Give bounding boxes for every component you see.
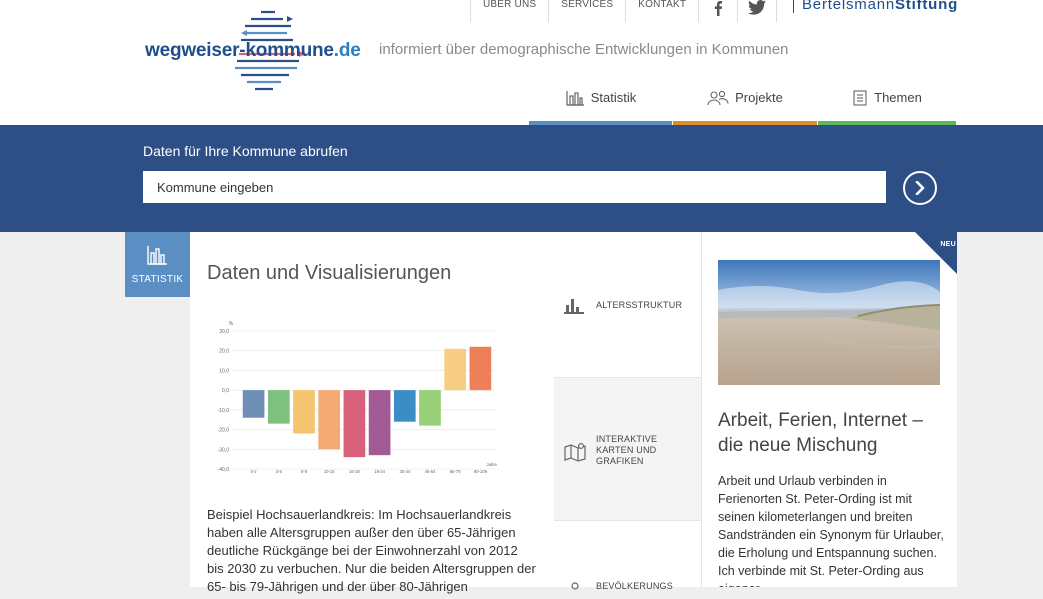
population-icon xyxy=(571,582,579,590)
mainnav-statistik-label: Statistik xyxy=(590,90,637,105)
chart-ytick-label: 30,0 xyxy=(219,329,229,335)
chart-bar xyxy=(343,390,366,458)
logo-text: wegweiser-kommune.de xyxy=(145,40,361,61)
chart-ytick-label: -20,0 xyxy=(218,428,230,434)
news-teaser[interactable]: NEU Arbeit, Ferien, Internet – die neue … xyxy=(701,232,957,587)
document-icon xyxy=(853,90,867,106)
chart-xtick-label: 45-64 xyxy=(425,469,436,474)
chart-ytick-label: -10,0 xyxy=(218,408,230,414)
chart-xtick-label: 80-109 xyxy=(474,469,488,474)
topnav-kontakt[interactable]: KONTAKT xyxy=(626,0,700,22)
chart-bar xyxy=(242,390,265,418)
chart-xtick-label: 16-18 xyxy=(349,469,360,474)
bar-chart-icon xyxy=(564,299,584,314)
chart-xtick-label: 6-9 xyxy=(301,469,308,474)
twitter-link[interactable] xyxy=(738,0,778,22)
side-item-interaktive-karten[interactable]: INTERAKTIVE KARTEN UND GRAFIKEN xyxy=(554,377,701,520)
mainnav-statistik[interactable]: Statistik xyxy=(529,84,672,125)
chart-bar xyxy=(419,390,441,426)
kommune-search-input[interactable] xyxy=(143,171,886,203)
chart-bar xyxy=(393,390,416,422)
side-item-label: ALTERSSTRUKTUR xyxy=(596,300,683,310)
top-navigation: ÜBER UNS SERVICES KONTAKT xyxy=(470,0,778,24)
chart-bar xyxy=(293,390,315,434)
chart-ylabel: % xyxy=(229,321,234,327)
age-structure-chart[interactable]: %30,0 20,0 10,0 0,0 -10,0 -20,0 -30,0 -40,0 0-2 3… xyxy=(203,317,503,492)
mainnav-projekte[interactable]: Projekte xyxy=(673,84,817,125)
side-item-bevoelkerung[interactable]: BEVÖLKERUNGS xyxy=(554,520,701,591)
chart-ytick-label: -40,0 xyxy=(218,467,230,473)
chart-icon xyxy=(147,246,167,265)
chart-icon xyxy=(566,91,584,106)
chart-bar xyxy=(267,390,290,424)
mainnav-projekte-label: Projekte xyxy=(735,90,783,105)
bertelsmann-stiftung-logo[interactable]: BertelsmannStiftung xyxy=(793,0,958,13)
facebook-link[interactable] xyxy=(699,0,739,22)
search-banner-label: Daten für Ihre Kommune abrufen xyxy=(143,143,348,159)
chart-xtick-label: 65-79 xyxy=(450,469,461,474)
side-item-label: INTERAKTIVE KARTEN UND GRAFIKEN xyxy=(596,434,658,466)
mainnav-themen[interactable]: Themen xyxy=(818,84,956,125)
facebook-icon xyxy=(714,1,723,16)
twitter-icon xyxy=(748,0,767,15)
site-header: wegweiser-kommune.de informiert über dem… xyxy=(0,0,1043,125)
card-text: Beispiel Hochsauerlandkreis: Im Hochsaue… xyxy=(207,507,536,594)
chevron-right-icon xyxy=(915,181,925,195)
chart-ytick-label: -30,0 xyxy=(218,447,230,453)
map-icon xyxy=(564,442,586,462)
chart-xtick-label: 19-24 xyxy=(374,469,385,474)
chart-ytick-label: 20,0 xyxy=(219,349,229,355)
mainnav-themen-label: Themen xyxy=(874,90,922,105)
new-badge: NEU xyxy=(940,241,956,248)
side-menu: ALTERSSTRUKTUR INTERAKTIVE KARTEN UND GR… xyxy=(554,232,701,591)
search-submit-button[interactable] xyxy=(903,171,937,205)
chart-xtick-label: 0-2 xyxy=(251,469,258,474)
chart-xtick-label: 3-5 xyxy=(276,469,283,474)
chart-bar xyxy=(368,390,391,456)
site-tagline: informiert über demographische Entwicklu… xyxy=(379,41,789,58)
statistik-badge: STATISTIK xyxy=(125,232,190,297)
chart-bar xyxy=(318,390,341,450)
data-card: Daten und Visualisierungen % 30,0 20,0 10,0… xyxy=(190,232,554,594)
chart-xlabel: Jahre xyxy=(487,462,498,467)
people-icon xyxy=(707,90,729,106)
chart-xtick-label: 25-44 xyxy=(399,469,410,474)
site-logo[interactable]: wegweiser-kommune.de xyxy=(145,8,361,98)
side-item-altersstruktur[interactable]: ALTERSSTRUKTUR xyxy=(554,232,701,377)
news-title: Arbeit, Ferien, Internet – die neue Misc… xyxy=(718,410,923,456)
statistik-badge-label: STATISTIK xyxy=(131,274,184,285)
search-banner: Daten für Ihre Kommune abrufen xyxy=(0,125,1043,232)
beach-photo xyxy=(718,260,940,385)
chart-ytick-label: 0,0 xyxy=(222,388,229,394)
topnav-services[interactable]: SERVICES xyxy=(549,0,627,22)
topnav-ueber-uns[interactable]: ÜBER UNS xyxy=(470,0,550,22)
card-title: Daten und Visualisierungen xyxy=(207,262,452,284)
news-text: Arbeit und Urlaub verbinden in Ferienort… xyxy=(718,474,944,587)
chart-ytick-label: 10,0 xyxy=(219,368,229,374)
chart-bar xyxy=(444,348,467,391)
chart-xtick-label: 10-15 xyxy=(324,469,335,474)
chart-bar xyxy=(469,346,492,391)
